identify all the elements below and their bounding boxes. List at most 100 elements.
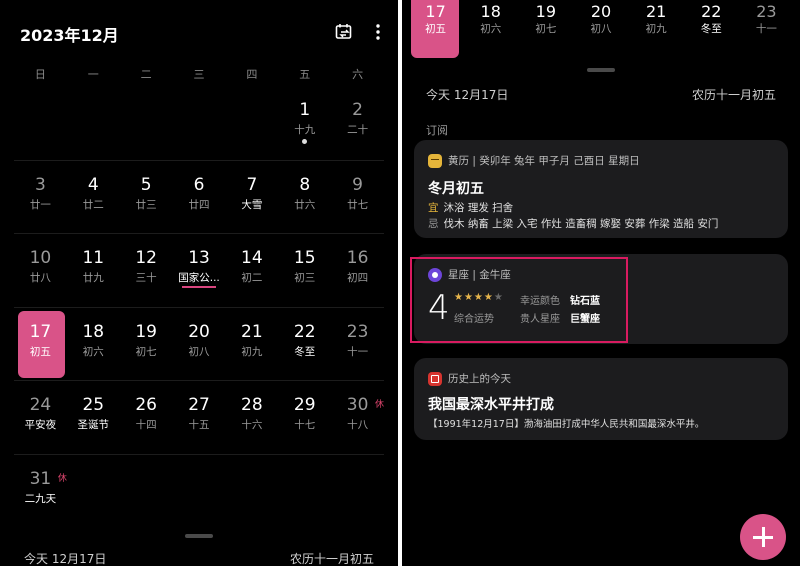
strip-day[interactable]: 22 冬至 (684, 0, 739, 62)
strip-day[interactable]: 20 初八 (573, 0, 628, 62)
almanac-card[interactable]: 黄历 | 癸卯年 兔年 甲子月 己酉日 星期日 冬月初五 宜沐浴 理发 扫舍 忌… (414, 140, 788, 238)
day-number: 20 (188, 321, 210, 342)
weekday-label: 一 (87, 68, 99, 81)
highlight-box (410, 257, 628, 343)
lunar-date: 初八 (590, 23, 612, 35)
strip-day[interactable]: 21 初九 (629, 0, 684, 62)
week-row: 17 初五 18 初六 19 初七 20 初八 21 初九 22 冬至 23 十一 (14, 306, 384, 381)
day-number: 21 (241, 321, 263, 342)
day-cell[interactable]: 12 三十 (120, 234, 173, 307)
day-number: 4 (87, 174, 99, 195)
day-cell[interactable]: 13 国家公... (173, 234, 226, 307)
lunar-date: 廿一 (29, 198, 51, 211)
day-number: 26 (135, 395, 157, 415)
day-number: 23 (346, 321, 369, 342)
day-number: 6 (193, 174, 205, 195)
ji-line: 忌伐木 纳畜 上梁 入宅 作灶 造畜稠 嫁娶 安葬 作梁 造船 安门 (428, 216, 718, 231)
day-cell[interactable]: 15 初三 (278, 234, 331, 307)
day-number: 20 (590, 2, 612, 21)
day-cell[interactable]: 4 廿二 (67, 161, 120, 234)
day-cell[interactable]: 30 十八休 (331, 381, 384, 454)
weekday-header: 日一二三四五六 (14, 66, 384, 82)
strip-day[interactable]: 23 十一 (739, 0, 794, 62)
day-cell[interactable]: 29 十七 (278, 381, 331, 454)
day-number: 27 (188, 395, 210, 415)
day-cell[interactable]: 21 初九 (225, 308, 278, 381)
day-cell[interactable]: 31 二九天休 (14, 455, 67, 528)
week-row: 10 廿八 11 廿九 12 三十 13 国家公... 14 初二 15 初三 16 初四 (14, 233, 384, 307)
lunar-date: 初三 (294, 272, 316, 284)
day-cell[interactable]: 14 初二 (225, 234, 278, 307)
day-cell[interactable]: 20 初八 (173, 308, 226, 381)
day-cell[interactable]: 6 廿四 (173, 161, 226, 234)
strip-day[interactable]: 17 初五 (408, 0, 463, 62)
history-card[interactable]: 历史上的今天 我国最深水平井打成 【1991年12月17日】渤海油田打成中华人民… (414, 358, 788, 440)
lunar-date: 廿二 (82, 198, 104, 211)
lunar-date: 初五 (29, 345, 51, 358)
day-cell[interactable]: 11 廿九 (67, 234, 120, 307)
day-cell[interactable]: 9 廿七 (331, 161, 384, 234)
day-cell[interactable]: 19 初七 (120, 308, 173, 381)
day-number: 19 (135, 321, 157, 342)
day-cell[interactable]: 24 平安夜 (14, 381, 67, 454)
drag-handle[interactable] (587, 68, 615, 72)
day-number: 8 (299, 174, 311, 195)
more-vert-icon[interactable] (368, 22, 388, 42)
lunar-date: 初八 (188, 345, 210, 358)
day-cell[interactable]: 1 十九 (278, 86, 331, 160)
week-row: 24 平安夜 25 圣诞节 26 十四 27 十五 28 十六 29 十七 30 十八休 (14, 380, 384, 454)
day-number: 29 (293, 395, 316, 415)
day-cell[interactable]: 5 廿三 (120, 161, 173, 234)
day-cell[interactable]: 16 初四 (331, 234, 384, 307)
month-title[interactable]: 2023年12月 (20, 22, 119, 46)
day-cell[interactable]: 28 十六 (225, 381, 278, 454)
week-row: 1 十九 2 二十 (14, 86, 384, 160)
ji-tag: 忌 (428, 218, 439, 230)
day-cell[interactable]: 3 廿一 (14, 161, 67, 234)
empty-cell (225, 455, 278, 528)
lunar-date: 十一 (347, 345, 369, 358)
day-number: 15 (293, 248, 316, 268)
lunar-date: 初二 (241, 272, 263, 284)
lunar-date: 大雪 (241, 198, 263, 211)
day-cell[interactable]: 8 廿六 (278, 161, 331, 234)
add-event-button[interactable] (740, 514, 786, 560)
strip-day[interactable]: 18 初六 (463, 0, 518, 62)
week-row: 31 二九天休 (14, 453, 384, 528)
empty-cell (14, 86, 67, 160)
ji-text: 伐木 纳畜 上梁 入宅 作灶 造畜稠 嫁娶 安葬 作梁 造船 安门 (443, 218, 719, 230)
lunar-date: 十八 (347, 419, 369, 431)
day-lunar-label: 农历十一月初五 (691, 88, 776, 102)
day-cell[interactable]: 25 圣诞节 (67, 381, 120, 454)
lunar-date: 初六 (480, 23, 502, 35)
day-cell[interactable]: 23 十一 (331, 308, 384, 381)
empty-cell (67, 86, 120, 160)
day-number: 25 (82, 395, 105, 415)
weekday-label: 三 (193, 68, 205, 81)
day-number: 22 (701, 2, 722, 21)
history-header: 历史上的今天 (448, 373, 511, 385)
almanac-title: 冬月初五 (428, 181, 484, 197)
day-number: 22 (293, 321, 316, 342)
yi-line: 宜沐浴 理发 扫舍 (428, 200, 513, 215)
holiday-underline (182, 286, 216, 288)
day-cell[interactable]: 27 十五 (173, 381, 226, 454)
lunar-date: 廿七 (347, 198, 369, 211)
month-view-panel: 2023年12月 日 一 二 三 四 五 六 1 十九 2 二十 3 廿一 4 廿二 5 廿三 6 廿四 7 大雪 8 廿… (0, 0, 398, 566)
day-number: 9 (352, 174, 363, 195)
day-cell[interactable]: 22 冬至 (278, 308, 331, 381)
day-cell[interactable]: 2 二十 (331, 86, 384, 160)
calendar-switch-icon[interactable] (334, 22, 354, 42)
month-grid: 1 十九 2 二十 3 廿一 4 廿二 5 廿三 6 廿四 7 大雪 8 廿六 9 廿七 10 廿八 11 廿九 12 三十 1… (14, 86, 384, 527)
day-cell[interactable]: 17 初五 (14, 308, 67, 381)
lunar-date: 十五 (188, 419, 210, 431)
day-cell[interactable]: 26 十四 (120, 381, 173, 454)
lunar-date: 平安夜 (24, 419, 57, 431)
drag-handle[interactable] (185, 534, 213, 538)
day-cell[interactable]: 18 初六 (67, 308, 120, 381)
day-number: 12 (135, 248, 157, 268)
day-cell[interactable]: 10 廿八 (14, 234, 67, 307)
day-number: 17 (425, 2, 446, 21)
day-cell[interactable]: 7 大雪 (225, 161, 278, 234)
strip-day[interactable]: 19 初七 (518, 0, 573, 62)
